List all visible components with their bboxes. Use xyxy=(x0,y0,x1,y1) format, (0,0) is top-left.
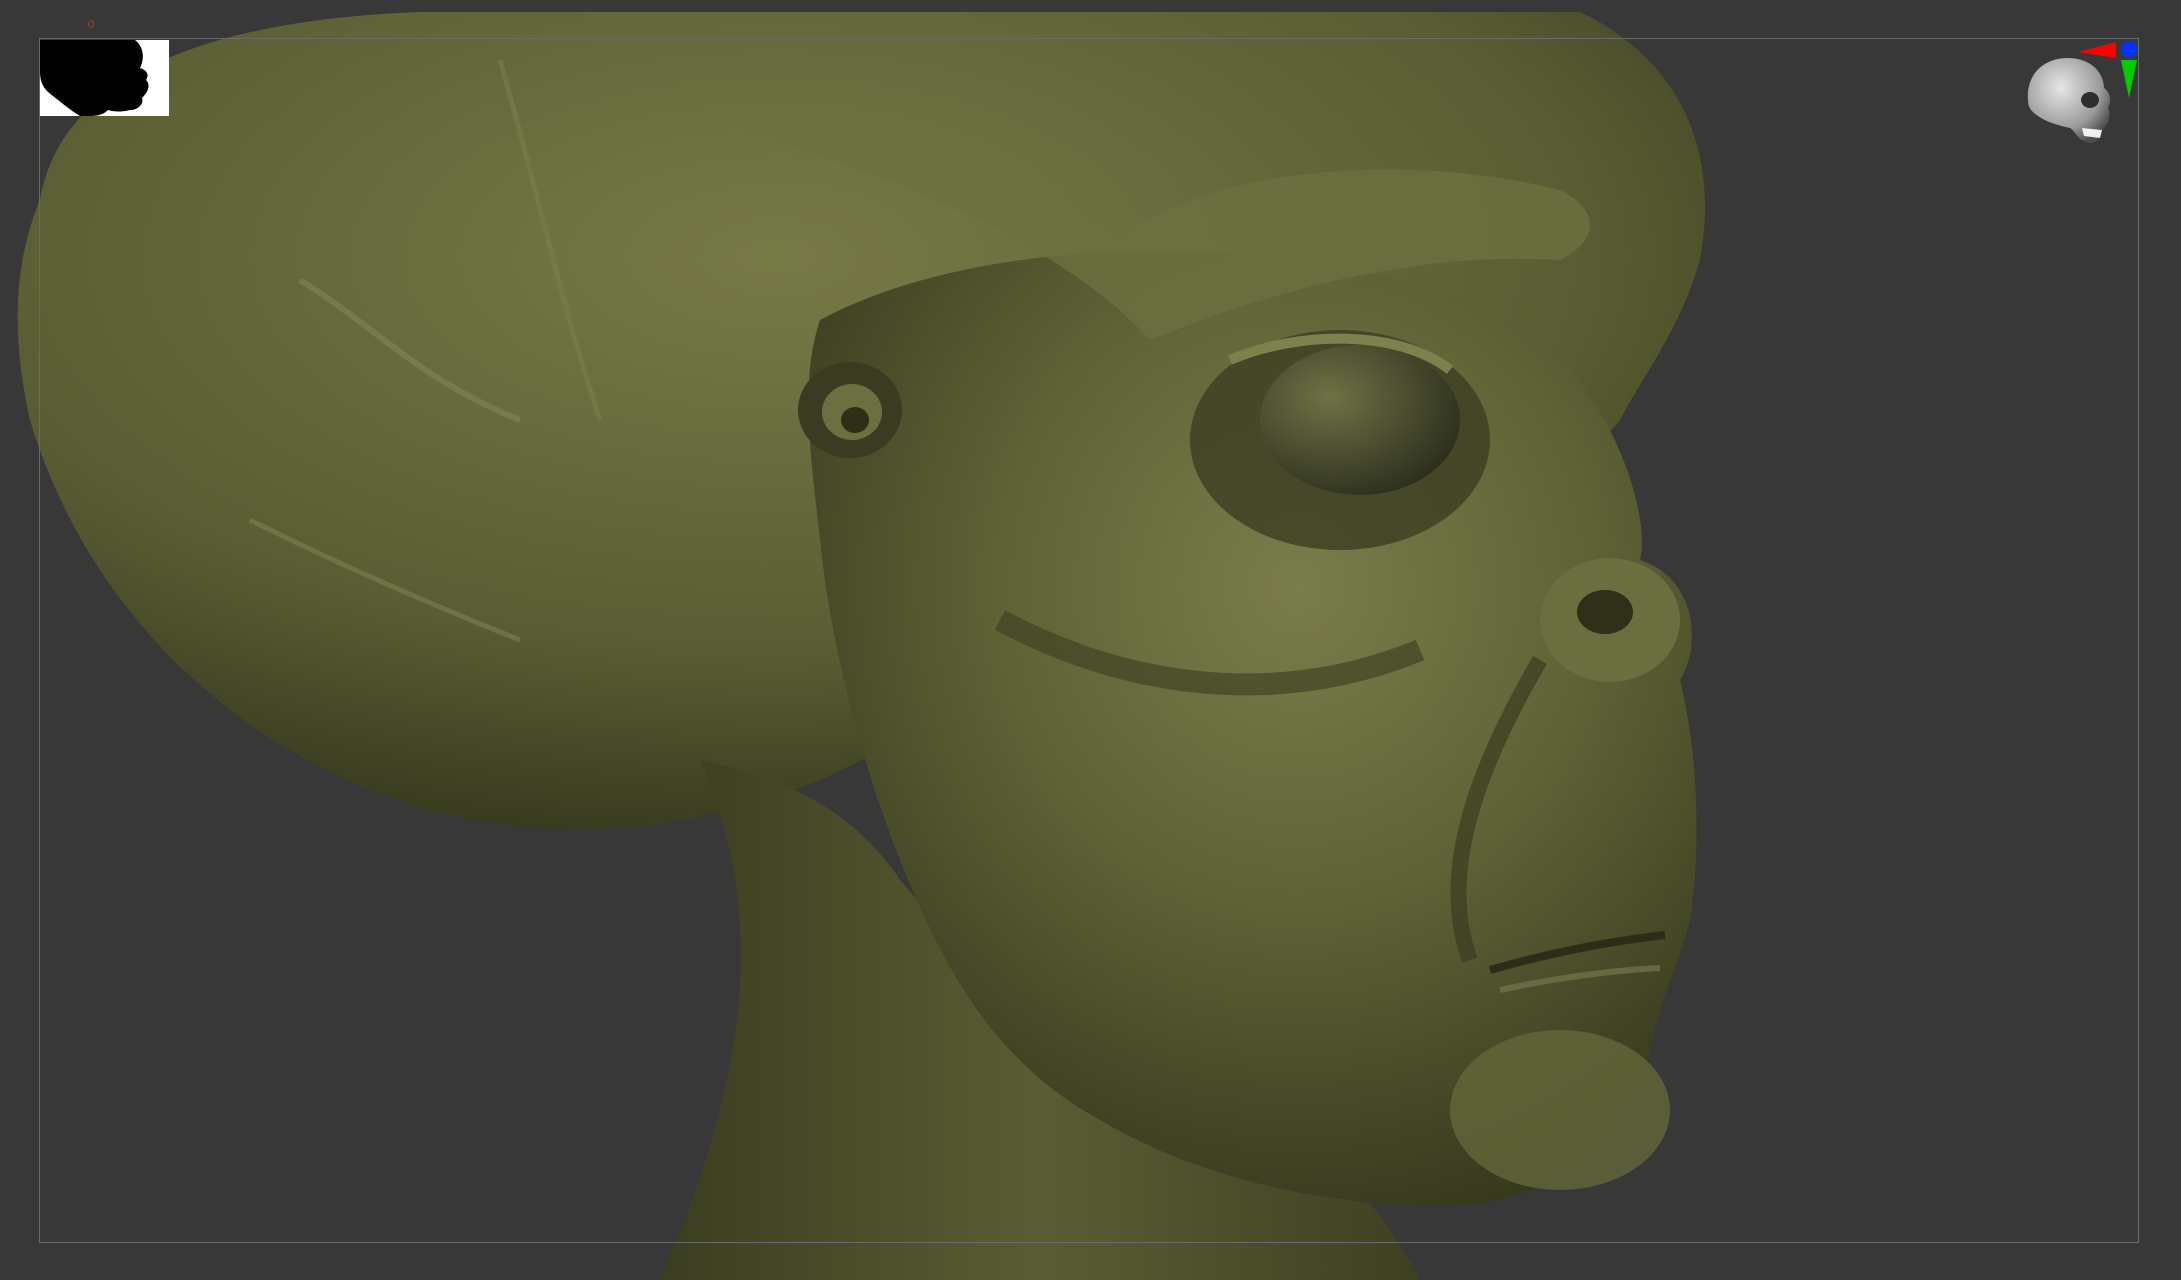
eye xyxy=(1260,345,1460,495)
head-silhouette-icon xyxy=(40,40,149,116)
x-axis-arrow[interactable] xyxy=(2078,42,2116,58)
y-axis-arrow[interactable] xyxy=(2121,60,2137,98)
3d-viewport[interactable]: 0 xyxy=(0,0,2181,1280)
silhouette-thumbnail[interactable] xyxy=(40,40,169,116)
chin xyxy=(1450,1030,1670,1190)
sculpt-model[interactable] xyxy=(0,0,2181,1280)
skull-orientation-icon[interactable] xyxy=(2020,38,2140,163)
frame-marker: 0 xyxy=(88,19,95,31)
navigation-gizmo[interactable] xyxy=(2020,38,2140,163)
z-axis-dot[interactable] xyxy=(2121,41,2137,57)
